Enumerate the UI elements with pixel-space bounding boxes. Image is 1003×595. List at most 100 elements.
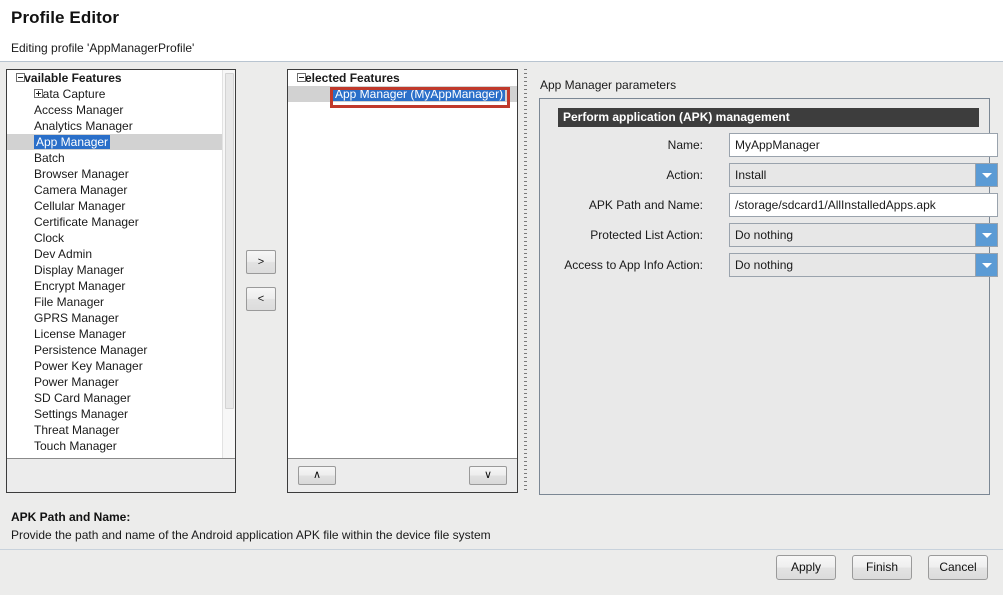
status-title: APK Path and Name: <box>11 510 130 524</box>
selected-feature-item[interactable]: App Manager (MyAppManager) <box>288 86 517 102</box>
parameters-panel-title: App Manager parameters <box>540 78 676 92</box>
tree-item-cellular-manager[interactable]: Cellular Manager <box>7 198 223 214</box>
tree-item-label: SD Card Manager <box>34 391 131 405</box>
minus-box-icon[interactable] <box>16 73 25 82</box>
tree-item-dev-admin[interactable]: Dev Admin <box>7 246 223 262</box>
combo-selected-value: Install <box>730 164 975 186</box>
field-label-apk-path-field: APK Path and Name: <box>558 193 711 217</box>
available-features-panel: Available Features Data Capture Access Man… <box>6 69 236 493</box>
field-row-protected-list-action-select: Protected List Action: Do nothing <box>558 223 979 247</box>
chevron-down-icon[interactable] <box>975 254 997 276</box>
selected-features-tree[interactable]: Selected FeaturesApp Manager (MyAppManag… <box>288 70 517 459</box>
tree-root-label: Available Features <box>16 71 122 85</box>
action-select[interactable]: Install <box>729 163 998 187</box>
selected-features-footer: ∧ ∨ <box>288 459 517 492</box>
tree-item-label: Clock <box>34 231 64 245</box>
scrollbar-thumb[interactable] <box>225 73 234 409</box>
tree-item-license-manager[interactable]: License Manager <box>7 326 223 342</box>
add-feature-button[interactable]: > <box>246 250 276 274</box>
tree-item-power-key-manager[interactable]: Power Key Manager <box>7 358 223 374</box>
tree-item-power-manager[interactable]: Power Manager <box>7 374 223 390</box>
finish-button[interactable]: Finish <box>852 555 912 580</box>
tree-item-gprs-manager[interactable]: GPRS Manager <box>7 310 223 326</box>
move-up-button[interactable]: ∧ <box>298 466 336 485</box>
tree-item-touch-manager[interactable]: Touch Manager <box>7 438 223 454</box>
page-header: Profile Editor Editing profile 'AppManag… <box>0 0 1003 62</box>
tree-item-batch[interactable]: Batch <box>7 150 223 166</box>
tree-item-file-manager[interactable]: File Manager <box>7 294 223 310</box>
move-down-button[interactable]: ∨ <box>469 466 507 485</box>
tree-item-camera-manager[interactable]: Camera Manager <box>7 182 223 198</box>
available-features-footer <box>7 459 235 492</box>
plus-box-icon[interactable] <box>34 89 43 98</box>
cancel-button[interactable]: Cancel <box>928 555 988 580</box>
tree-item-label: Camera Manager <box>34 183 127 197</box>
tree-group-label: Data Capture <box>34 87 105 101</box>
field-label-protected-list-action-select: Protected List Action: <box>558 223 711 247</box>
field-row-name-field: Name: <box>558 133 979 157</box>
tree-root-label: Selected Features <box>297 71 400 85</box>
field-row-access-app-info-action-select: Access to App Info Action: Do nothing <box>558 253 979 277</box>
tree-item-label: Batch <box>34 151 65 165</box>
status-description: Provide the path and name of the Android… <box>11 528 491 542</box>
status-description-area: APK Path and Name: Provide the path and … <box>0 503 1003 550</box>
apply-button[interactable]: Apply <box>776 555 836 580</box>
chevron-down-icon[interactable] <box>975 164 997 186</box>
tree-item-label: Power Key Manager <box>34 359 143 373</box>
splitter-grip-icon <box>524 69 527 493</box>
tree-root-selected[interactable]: Selected Features <box>288 70 517 86</box>
selected-features-rows: Selected FeaturesApp Manager (MyAppManag… <box>288 70 517 102</box>
tree-item-label: Threat Manager <box>34 423 119 437</box>
tree-item-browser-manager[interactable]: Browser Manager <box>7 166 223 182</box>
tree-item-persistence-manager[interactable]: Persistence Manager <box>7 342 223 358</box>
tree-item-label: Browser Manager <box>34 167 129 181</box>
tree-root-available[interactable]: Available Features <box>7 70 223 86</box>
access-app-info-action-select[interactable]: Do nothing <box>729 253 998 277</box>
tree-group-data-capture[interactable]: Data Capture <box>7 86 223 102</box>
tree-item-label: Encrypt Manager <box>34 279 125 293</box>
tree-item-label: GPRS Manager <box>34 311 119 325</box>
tree-item-label: Touch Manager <box>34 439 117 453</box>
tree-item-encrypt-manager[interactable]: Encrypt Manager <box>7 278 223 294</box>
tree-item-clock[interactable]: Clock <box>7 230 223 246</box>
tree-item-sd-card-manager[interactable]: SD Card Manager <box>7 390 223 406</box>
tree-item-label: App Manager <box>34 135 110 149</box>
combo-selected-value: Do nothing <box>730 224 975 246</box>
dialog-footer: Apply Finish Cancel <box>0 549 1003 595</box>
tree-item-label: Analytics Manager <box>34 119 133 133</box>
tree-item-settings-manager[interactable]: Settings Manager <box>7 406 223 422</box>
tree-item-certificate-manager[interactable]: Certificate Manager <box>7 214 223 230</box>
page-subtitle: Editing profile 'AppManagerProfile' <box>11 41 194 55</box>
tree-item-label: Dev Admin <box>34 247 92 261</box>
field-label-access-app-info-action-select: Access to App Info Action: <box>558 253 711 277</box>
minus-box-icon[interactable] <box>297 73 306 82</box>
remove-feature-button[interactable]: < <box>246 287 276 311</box>
tree-item-label: Settings Manager <box>34 407 128 421</box>
selected-features-panel: Selected FeaturesApp Manager (MyAppManag… <box>287 69 518 493</box>
chevron-down-icon[interactable] <box>975 224 997 246</box>
parameters-group-box: Perform application (APK) management Nam… <box>539 98 990 495</box>
available-features-tree[interactable]: Available Features Data Capture Access Man… <box>7 70 235 459</box>
available-features-scrollbar[interactable] <box>222 70 235 459</box>
page-title: Profile Editor <box>11 8 119 28</box>
protected-list-action-select[interactable]: Do nothing <box>729 223 998 247</box>
panel-splitter[interactable] <box>522 69 530 493</box>
combo-selected-value: Do nothing <box>730 254 975 276</box>
tree-item-label: Persistence Manager <box>34 343 147 357</box>
available-features-rows: Available Features Data Capture Access Man… <box>7 70 223 454</box>
tree-item-label: License Manager <box>34 327 126 341</box>
parameters-group-header: Perform application (APK) management <box>558 108 979 127</box>
tree-item-threat-manager[interactable]: Threat Manager <box>7 422 223 438</box>
field-label-name-field: Name: <box>558 133 711 157</box>
tree-item-display-manager[interactable]: Display Manager <box>7 262 223 278</box>
field-row-action-select: Action: Install <box>558 163 979 187</box>
tree-item-analytics-manager[interactable]: Analytics Manager <box>7 118 223 134</box>
tree-item-label: Display Manager <box>34 263 124 277</box>
tree-item-label: Access Manager <box>34 103 123 117</box>
name-field[interactable] <box>729 133 998 157</box>
field-label-action-select: Action: <box>558 163 711 187</box>
apk-path-field[interactable] <box>729 193 998 217</box>
tree-item-app-manager[interactable]: App Manager <box>7 134 223 150</box>
tree-item-label: Certificate Manager <box>34 215 139 229</box>
tree-item-access-manager[interactable]: Access Manager <box>7 102 223 118</box>
